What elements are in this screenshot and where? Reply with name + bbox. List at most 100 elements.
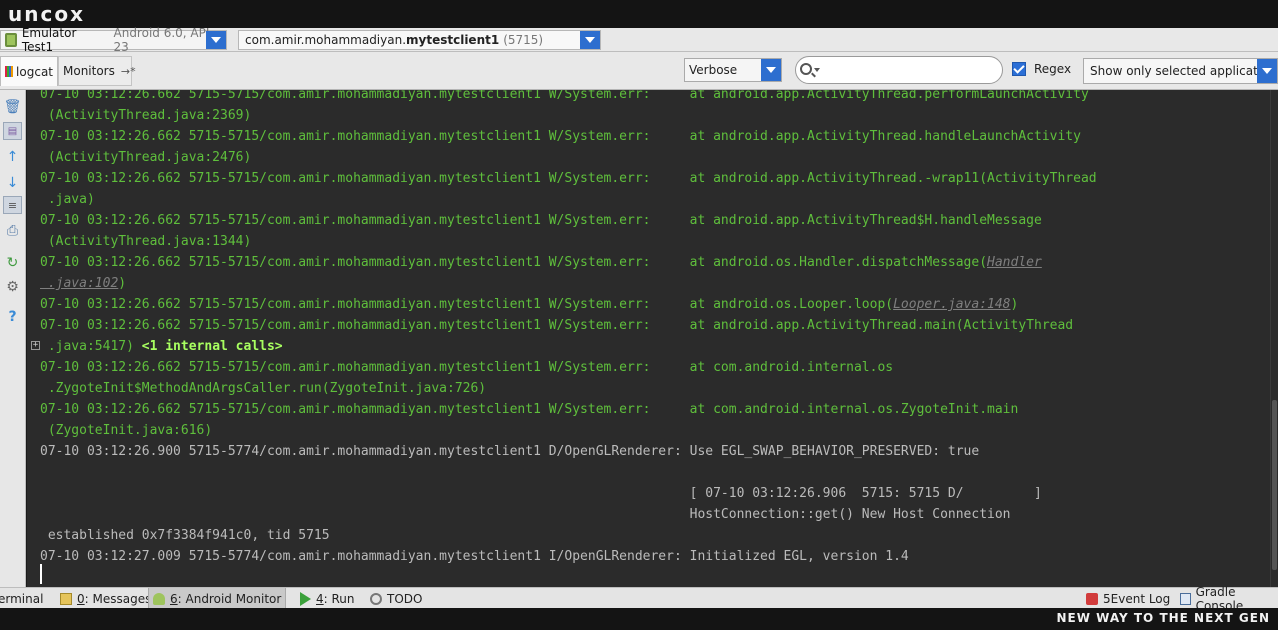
tab-gradle-console[interactable]: Gradle Console	[1176, 585, 1278, 613]
log-line: .java)	[40, 192, 95, 207]
process-pid: (5715)	[503, 33, 544, 47]
log-line-text: 07-10 03:12:26.662 5715-5715/com.amir.mo…	[40, 297, 894, 312]
regex-label: Regex	[1034, 62, 1072, 76]
brand-bar: uncox	[0, 0, 1278, 28]
log-line-text: .java:5417)	[40, 339, 142, 354]
settings-icon[interactable]: ⚙	[3, 278, 22, 296]
tab-event-log-label: Event Log	[1110, 591, 1171, 606]
source-link[interactable]: Handler	[987, 255, 1042, 270]
tab-terminal-label: erminal	[0, 591, 44, 606]
log-line: 07-10 03:12:26.662 5715-5715/com.amir.mo…	[40, 129, 1081, 144]
device-name: Emulator Test1	[21, 26, 77, 54]
logcat-side-toolbar: 🗑 ▤ ↑ ↓ ≡ ⎙ ↻ ⚙ ?	[0, 90, 26, 587]
chevron-down-icon[interactable]	[1257, 59, 1277, 83]
log-line: 07-10 03:12:26.662 5715-5715/com.amir.mo…	[40, 90, 1089, 102]
gradle-console-icon	[1180, 592, 1191, 605]
filter-config-dropdown[interactable]: Show only selected application	[1083, 58, 1278, 84]
log-line-text: )	[1010, 297, 1019, 312]
tab-run-label: : Run	[323, 591, 355, 606]
chevron-down-icon[interactable]	[580, 31, 600, 49]
console-scrollbar[interactable]	[1270, 90, 1278, 587]
device-toolbar: Emulator Test1 Android 6.0, API 23 com.a…	[0, 26, 1278, 54]
tab-messages-label: : Messages	[84, 591, 152, 606]
tool-window-bar: erminal 0: Messages 6: Android Monitor 4…	[0, 585, 1278, 613]
tab-logcat[interactable]: logcat	[0, 56, 58, 86]
tab-monitor-key: 6	[170, 591, 178, 606]
log-line: HostConnection::get() New Host Connectio…	[40, 507, 1011, 522]
log-line: 07-10 03:12:26.662 5715-5715/com.amir.mo…	[40, 318, 1074, 333]
text-cursor	[40, 564, 42, 584]
restart-icon[interactable]: ↻	[3, 254, 22, 272]
logcat-icon	[5, 66, 14, 77]
chevron-down-icon[interactable]	[206, 31, 226, 49]
down-arrow-icon[interactable]: ↓	[3, 174, 22, 192]
process-package-prefix: com.amir.mohammadiyan.	[245, 33, 407, 47]
log-line: 07-10 03:12:26.900 5715-5774/com.amir.mo…	[40, 444, 980, 459]
up-arrow-icon[interactable]: ↑	[3, 148, 22, 166]
brand-footer: NEW WAY TO THE NEXT GEN	[0, 608, 1278, 630]
tab-event-log[interactable]: 5 Event Log	[1082, 588, 1174, 609]
log-line: (ActivityThread.java:1344)	[40, 234, 252, 249]
log-line: .java:5417) <1 internal calls>	[40, 336, 283, 357]
tab-logcat-label: logcat	[16, 64, 53, 79]
tab-monitors[interactable]: Monitors →*	[58, 56, 136, 86]
log-line: 07-10 03:12:26.662 5715-5715/com.amir.mo…	[40, 402, 1019, 417]
filter-config-value: Show only selected application	[1090, 64, 1277, 78]
regex-toggle[interactable]: Regex	[1012, 62, 1071, 76]
brand-logo: uncox	[8, 2, 85, 26]
tab-monitor-label: : Android Monitor	[177, 591, 282, 606]
tab-monitors-label: Monitors	[63, 64, 115, 78]
device-dropdown[interactable]: Emulator Test1 Android 6.0, API 23	[0, 26, 227, 54]
log-line: (ActivityThread.java:2476)	[40, 150, 252, 165]
expand-icon[interactable]: +	[31, 341, 40, 350]
log-line-text: 07-10 03:12:26.662 5715-5715/com.amir.mo…	[40, 255, 988, 270]
log-line: (ZygoteInit.java:616)	[40, 423, 213, 438]
brand-slogan: NEW WAY TO THE NEXT GEN	[1056, 611, 1270, 625]
messages-icon	[60, 592, 72, 605]
chevron-down-icon[interactable]	[761, 59, 781, 81]
log-level-dropdown[interactable]: Verbose	[684, 58, 782, 82]
todo-icon	[370, 592, 382, 605]
android-icon	[153, 592, 165, 605]
log-search-input[interactable]	[822, 60, 992, 80]
scrollbar-thumb[interactable]	[1272, 400, 1277, 570]
tab-messages-key: 0	[77, 591, 85, 606]
scroll-to-end-icon[interactable]: ▤	[3, 122, 22, 140]
source-link[interactable]: .java:102	[40, 276, 118, 291]
search-history-caret-icon[interactable]	[814, 68, 820, 72]
tab-run-key: 4	[316, 591, 324, 606]
trash-icon[interactable]: 🗑	[3, 98, 22, 116]
log-level-value: Verbose	[689, 63, 738, 77]
event-log-count: 5	[1103, 591, 1111, 606]
process-dropdown[interactable]: com.amir.mohammadiyan. mytestclient1 (57…	[238, 30, 601, 50]
print-icon[interactable]: ⎙	[3, 222, 22, 240]
log-line: 07-10 03:12:26.662 5715-5715/com.amir.mo…	[40, 171, 1097, 186]
source-link[interactable]: Looper.java:148	[893, 297, 1010, 312]
tab-todo[interactable]: TODO	[366, 588, 426, 609]
log-line: 07-10 03:12:26.662 5715-5715/com.amir.mo…	[40, 252, 1042, 273]
restore-layout-icon[interactable]: →*	[121, 65, 136, 78]
emulator-phone-icon	[5, 33, 17, 47]
log-line: 07-10 03:12:26.662 5715-5715/com.amir.mo…	[40, 360, 894, 375]
tab-terminal[interactable]: erminal	[0, 588, 47, 609]
tab-android-monitor[interactable]: 6: Android Monitor	[148, 588, 287, 609]
soft-wrap-icon[interactable]: ≡	[3, 196, 22, 214]
log-line: .ZygoteInit$MethodAndArgsCaller.run(Zygo…	[40, 381, 487, 396]
help-icon[interactable]: ?	[3, 308, 22, 326]
logcat-console[interactable]: 07-10 03:12:26.662 5715-5715/com.amir.mo…	[27, 90, 1270, 587]
log-line: 07-10 03:12:26.662 5715-5715/com.amir.mo…	[40, 294, 1018, 315]
search-icon[interactable]	[800, 63, 812, 75]
log-line-text: )	[118, 276, 127, 291]
tab-run[interactable]: 4: Run	[296, 588, 359, 609]
log-search-box[interactable]	[795, 56, 1003, 84]
process-package-name: mytestclient1	[406, 33, 500, 47]
log-line: 07-10 03:12:27.009 5715-5774/com.amir.mo…	[40, 549, 909, 564]
tab-todo-label: TODO	[387, 591, 423, 606]
log-line: [ 07-10 03:12:26.906 5715: 5715 D/ ]	[40, 486, 1042, 501]
regex-checkbox[interactable]	[1012, 62, 1026, 76]
run-icon	[300, 591, 311, 606]
tab-messages[interactable]: 0: Messages	[56, 588, 155, 609]
log-line: (ActivityThread.java:2369)	[40, 108, 252, 123]
log-line: established 0x7f3384f941c0, tid 5715	[40, 528, 330, 543]
folded-internal-calls[interactable]: <1 internal calls>	[142, 339, 283, 354]
